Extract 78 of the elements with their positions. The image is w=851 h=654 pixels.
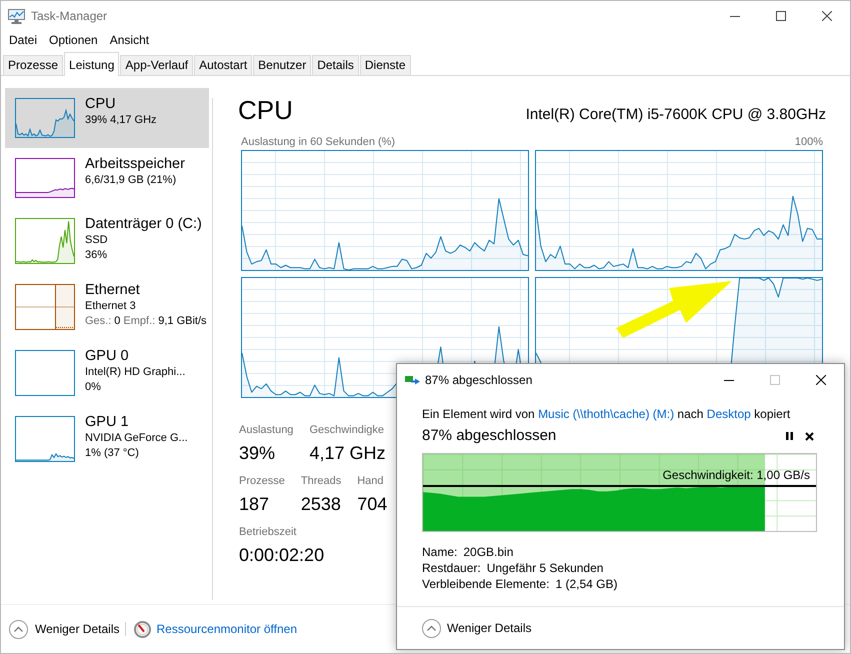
monitor-icon — [8, 8, 25, 24]
stat-value: 187 — [239, 493, 270, 516]
sidebar-item-detail: Ethernet 3 — [85, 299, 136, 314]
sidebar-item-title: CPU — [85, 95, 116, 113]
fewer-details-button[interactable]: Weniger Details — [9, 620, 120, 638]
sidebar-item-title: Arbeitsspeicher — [85, 155, 185, 173]
maximize-icon — [770, 375, 780, 385]
sidebar-item[interactable]: Arbeitsspeicher 6,6/31,9 GB (21%) — [5, 148, 209, 208]
graph-caption: Auslastung in 60 Sekunden (%) — [241, 135, 396, 149]
sidebar-item-detail: SSD — [85, 233, 108, 248]
stat-label: Threads — [300, 474, 342, 489]
tab[interactable]: Leistung — [64, 52, 120, 76]
detail-value: 1 (2,54 GB) — [555, 576, 618, 592]
sidebar-item-detail: 39% 4,17 GHz — [85, 113, 157, 128]
maximize-icon — [776, 11, 786, 21]
chevron-up-icon — [9, 620, 28, 638]
tab[interactable]: Details — [312, 55, 359, 75]
menu-item[interactable]: Optionen — [43, 32, 104, 49]
location-link[interactable]: Music (\\thoth\cache) (M:) — [538, 407, 674, 421]
stat-label: Hand — [357, 474, 384, 489]
stat-label: Prozesse — [239, 474, 285, 489]
stat-label: Geschwindigke — [309, 423, 384, 438]
sidebar-item-detail: NVIDIA GeForce G... — [85, 431, 188, 446]
sidebar-item-detail: 36% — [85, 248, 108, 263]
detail-label: Restdauer: — [422, 560, 481, 576]
sidebar-item-title: Datenträger 0 (C:) — [85, 215, 202, 233]
sidebar-item[interactable]: Ethernet Ethernet 3 Ges.: 0 Empf.: 9,1 GBit/s — [5, 274, 209, 340]
tab[interactable]: Dienste — [360, 55, 411, 75]
sidebar-item-detail: 6,6/31,9 GB (21%) — [85, 173, 176, 188]
speed-label: Geschwindigkeit: 1,00 GB/s — [662, 468, 810, 482]
panel-heading: CPU — [238, 95, 293, 125]
tab[interactable]: App-Verlauf — [120, 55, 194, 75]
location-link[interactable]: Desktop — [706, 407, 751, 421]
rate-value: 0 — [114, 314, 120, 329]
tab[interactable]: Autostart — [194, 55, 252, 75]
sidebar-item-detail: 1% (37 °C) — [85, 446, 139, 461]
sidebar-item[interactable]: CPU 39% 4,17 GHz — [5, 88, 209, 148]
close-icon — [804, 432, 814, 440]
close-icon — [816, 375, 826, 385]
sidebar-item[interactable]: GPU 1 NVIDIA GeForce G... 1% (37 °C) — [5, 406, 209, 472]
resource-monitor-link[interactable]: Ressourcenmonitor öffnen — [156, 622, 298, 636]
sidebar-item-title: GPU 1 — [85, 413, 129, 431]
sidebar-item-detail: 0% — [85, 380, 101, 395]
graph-max-label: 100% — [794, 135, 823, 149]
close-icon — [822, 11, 832, 21]
stat-label: Betriebszeit — [239, 525, 296, 540]
stat-value: 2538 — [300, 493, 341, 516]
detail-value: 20GB.bin — [463, 544, 514, 560]
window-title: Task-Manager — [31, 9, 108, 23]
tab[interactable]: Benutzer — [253, 55, 312, 75]
sidebar-item[interactable]: Datenträger 0 (C:) SSD 36% — [5, 208, 209, 274]
detail-value: Ungefähr 5 Sekunden — [486, 560, 604, 576]
stat-value: 39% — [239, 442, 276, 465]
processor-model: Intel(R) Core(TM) i5-7600K CPU @ 3.80GHz — [526, 106, 826, 124]
detail-label: Verbleibende Elemente: — [422, 576, 550, 592]
rate-label: Ges.: — [85, 314, 112, 329]
stat-value: 704 — [357, 493, 388, 516]
detail-label: Name: — [422, 544, 458, 560]
sidebar-item-title: Ethernet — [85, 281, 140, 299]
transfer-icon — [405, 375, 420, 385]
gauge-icon — [134, 620, 152, 638]
tab[interactable]: Prozesse — [3, 55, 64, 75]
dialog-title: 87% abgeschlossen — [425, 373, 532, 387]
pause-icon — [786, 432, 792, 440]
rate-value: 9,1 GBit/s — [158, 314, 207, 329]
chevron-up-icon — [422, 618, 441, 638]
progress-heading: 87% abgeschlossen — [422, 426, 556, 446]
sidebar-item-detail: Intel(R) HD Graphi... — [85, 365, 186, 380]
menu-item[interactable]: Datei — [3, 32, 44, 49]
stat-label: Auslastung — [239, 423, 294, 438]
stat-value: 0:00:02:20 — [239, 544, 324, 567]
copy-status-message: Ein Element wird von Music (\\thoth\cache) (M:) nach Desktop kopiert — [422, 406, 790, 422]
menu-item[interactable]: Ansicht — [104, 32, 156, 49]
fewer-details-button[interactable]: Weniger Details — [422, 618, 532, 638]
sidebar-item[interactable]: GPU 0 Intel(R) HD Graphi... 0% — [5, 340, 209, 406]
sidebar-item-title: GPU 0 — [85, 347, 129, 365]
stat-value: 4,17 GHz — [309, 442, 386, 465]
rate-label: Empf.: — [123, 314, 156, 329]
